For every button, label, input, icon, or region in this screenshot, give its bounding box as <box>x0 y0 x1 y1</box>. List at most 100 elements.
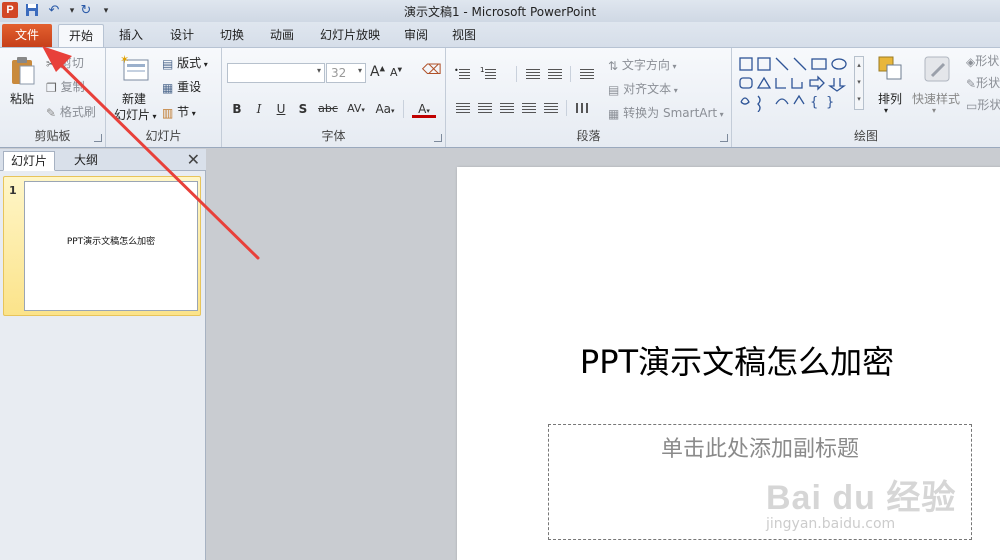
tab-file[interactable]: 文件 <box>2 24 52 47</box>
paste-button[interactable]: 粘贴 <box>10 90 34 107</box>
tab-outline-pane[interactable]: 大纲 <box>60 151 112 171</box>
tab-slide-show[interactable]: 幻灯片放映 <box>310 24 390 47</box>
svg-text:✶: ✶ <box>120 54 129 66</box>
text-direction-icon: ⇅ <box>608 58 619 73</box>
paste-icon[interactable] <box>10 56 36 89</box>
shapes-gallery[interactable]: { } <box>738 56 854 113</box>
bold-button[interactable]: B <box>228 100 246 118</box>
text-direction-button[interactable]: ⇅ 文字方向 ▾ <box>608 56 676 74</box>
slide-canvas[interactable]: PPT演示文稿怎么加密 单击此处添加副标题 <box>457 167 1000 560</box>
tab-home[interactable]: 开始 <box>58 24 104 47</box>
convert-smartart-label: 转换为 SmartArt <box>623 106 718 120</box>
text-shadow-button[interactable]: S <box>294 100 312 118</box>
new-slide-button[interactable]: 幻灯片 ▾ <box>114 106 157 123</box>
align-right-icon[interactable] <box>498 100 516 116</box>
copy-label: 复制 <box>60 80 85 94</box>
tab-review[interactable]: 审阅 <box>396 24 436 47</box>
change-case-button[interactable]: Aa▾ <box>372 100 398 118</box>
clipboard-launcher-icon[interactable] <box>94 134 102 142</box>
clipboard-group: 粘贴 ✂ 剪切 ❐ 复制 ✎ 格式刷 剪贴板 <box>0 48 106 147</box>
font-name-combo[interactable]: ▾ <box>227 63 325 83</box>
shape-fill-button[interactable]: ◈形状 <box>966 52 999 70</box>
pane-tabs: 幻灯片 大纲 ✕ <box>0 149 206 171</box>
layout-button[interactable]: ▤ 版式 ▾ <box>162 54 208 72</box>
font-color-button[interactable]: A▾ <box>412 100 436 118</box>
align-center-icon[interactable] <box>476 100 494 116</box>
paragraph-separator-1 <box>516 66 517 82</box>
new-slide-label-1[interactable]: 新建 <box>122 90 146 107</box>
italic-button[interactable]: I <box>250 100 268 118</box>
font-launcher-icon[interactable] <box>434 134 442 142</box>
shapes-gallery-scroll[interactable]: ▴ ▾ ▾ <box>854 56 864 110</box>
quick-styles-button[interactable]: 快速样式 <box>912 90 960 107</box>
slide-editing-area: PPT演示文稿怎么加密 单击此处添加副标题 <box>207 149 1000 560</box>
smartart-icon: ▦ <box>608 106 620 121</box>
underline-button[interactable]: U <box>272 100 290 118</box>
arrange-button[interactable]: 排列 <box>878 90 902 107</box>
line-spacing-icon[interactable] <box>578 66 596 82</box>
align-text-button[interactable]: ▤ 对齐文本 ▾ <box>608 80 678 98</box>
format-painter-button[interactable]: ✎ 格式刷 <box>46 103 96 121</box>
tab-slides-pane[interactable]: 幻灯片 <box>3 151 55 171</box>
shrink-font-icon[interactable]: A▼ <box>390 66 402 79</box>
subtitle-placeholder-box[interactable]: 单击此处添加副标题 <box>548 424 972 540</box>
slide-number: 1 <box>9 184 17 197</box>
slide-thumbnail[interactable]: PPT演示文稿怎么加密 <box>24 181 198 311</box>
reset-label: 重设 <box>177 80 202 94</box>
slide-thumbnail-item[interactable]: 1 PPT演示文稿怎么加密 <box>3 176 201 316</box>
character-spacing-button[interactable]: AV▾ <box>344 100 368 118</box>
section-button[interactable]: ▥ 节 ▾ <box>162 103 196 121</box>
distributed-icon[interactable] <box>542 100 560 116</box>
clipboard-group-label: 剪贴板 <box>34 129 71 143</box>
convert-smartart-button[interactable]: ▦ 转换为 SmartArt ▾ <box>608 104 724 122</box>
quick-styles-icon[interactable] <box>922 54 952 87</box>
clear-formatting-icon[interactable]: ⌫ <box>422 62 442 78</box>
scissors-icon: ✂ <box>46 56 57 71</box>
align-text-icon: ▤ <box>608 82 620 97</box>
pencil-icon: ✎ <box>966 76 977 91</box>
strikethrough-button[interactable]: abc <box>316 100 340 118</box>
format-painter-icon: ✎ <box>46 105 57 120</box>
grow-font-icon[interactable]: A▲ <box>370 64 385 80</box>
arrange-dropdown-icon[interactable]: ▾ <box>884 106 888 115</box>
slides-group-label: 幻灯片 <box>145 129 182 143</box>
tab-animations[interactable]: 动画 <box>262 24 302 47</box>
paragraph-group-label: 段落 <box>576 129 601 143</box>
new-slide-icon[interactable]: ✶ <box>120 53 150 85</box>
close-icon[interactable]: ✕ <box>187 151 200 169</box>
cut-button[interactable]: ✂ 剪切 <box>46 54 84 72</box>
tab-design[interactable]: 设计 <box>162 24 202 47</box>
drawing-group-label: 绘图 <box>853 129 878 143</box>
arrange-icon[interactable] <box>876 54 906 87</box>
ribbon-tab-row: 文件 开始 插入 设计 切换 动画 幻灯片放映 审阅 视图 <box>0 22 1000 47</box>
shape-fill-label: 形状 <box>975 54 1000 68</box>
numbering-icon[interactable]: 1 <box>480 66 498 82</box>
paragraph-launcher-icon[interactable] <box>720 134 728 142</box>
slide-title-text[interactable]: PPT演示文稿怎么加密 <box>457 337 1000 383</box>
justify-icon[interactable] <box>520 100 538 116</box>
decrease-indent-icon[interactable] <box>524 66 542 82</box>
ribbon: 粘贴 ✂ 剪切 ❐ 复制 ✎ 格式刷 剪贴板 ✶ 新建 幻灯片 ▾ ▤ 版式 ▾… <box>0 47 1000 148</box>
section-icon: ▥ <box>162 105 174 120</box>
shape-effects-button[interactable]: ▭形状 <box>966 96 1000 114</box>
shape-outline-button[interactable]: ✎形状 <box>966 74 1000 92</box>
reset-button[interactable]: ▦ 重设 <box>162 78 201 96</box>
quick-styles-dropdown-icon[interactable]: ▾ <box>932 106 936 115</box>
tab-view[interactable]: 视图 <box>444 24 484 47</box>
subtitle-placeholder-text[interactable]: 单击此处添加副标题 <box>549 431 971 463</box>
bullets-icon[interactable]: • <box>454 66 472 82</box>
columns-icon[interactable] <box>574 100 592 116</box>
copy-button[interactable]: ❐ 复制 <box>46 78 85 96</box>
shape-effects-label: 形状 <box>977 98 1000 112</box>
align-left-icon[interactable] <box>454 100 472 116</box>
font-name-dropdown-icon[interactable]: ▾ <box>317 66 321 75</box>
increase-indent-icon[interactable] <box>546 66 564 82</box>
font-size-dropdown-icon[interactable]: ▾ <box>358 66 362 75</box>
slides-group: ✶ 新建 幻灯片 ▾ ▤ 版式 ▾ ▦ 重设 ▥ 节 ▾ 幻灯片 <box>106 48 222 147</box>
align-text-label: 对齐文本 <box>623 82 672 96</box>
new-slide-label-2: 幻灯片 <box>114 108 151 122</box>
window-title: 演示文稿1 - Microsoft PowerPoint <box>403 5 597 19</box>
tab-insert[interactable]: 插入 <box>110 24 152 47</box>
font-size-combo[interactable]: 32 ▾ <box>326 63 366 83</box>
tab-transitions[interactable]: 切换 <box>212 24 252 47</box>
